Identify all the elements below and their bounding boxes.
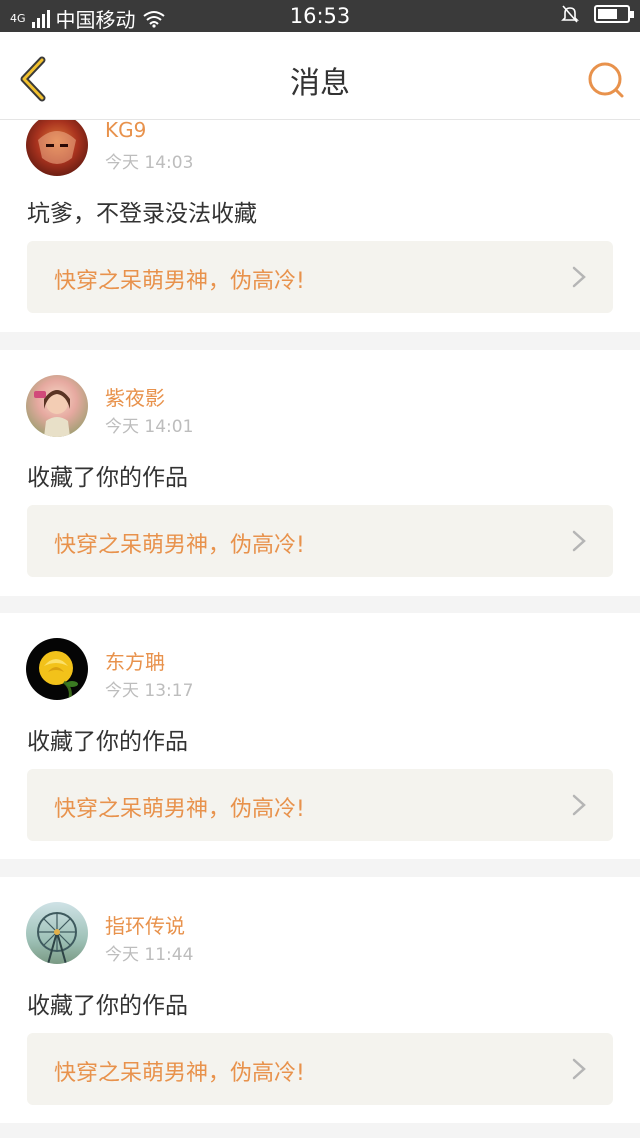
message-time: 今天 13:17	[105, 681, 194, 701]
bell-muted-icon	[561, 5, 579, 23]
message-card[interactable]: 东方聃 今天 13:17 收藏了你的作品 快穿之呆萌男神，伪高冷!	[0, 613, 640, 859]
work-title: 快穿之呆萌男神，伪高冷!	[54, 1061, 305, 1086]
user-name[interactable]: KG9	[105, 120, 146, 142]
chevron-right-icon	[572, 530, 586, 552]
message-time: 今天 11:44	[105, 945, 194, 965]
avatar-image	[38, 131, 76, 164]
work-link[interactable]: 快穿之呆萌男神，伪高冷!	[27, 1033, 613, 1105]
status-right	[560, 4, 634, 24]
chevron-right-icon	[572, 1058, 586, 1080]
search-icon[interactable]	[586, 60, 626, 100]
work-title: 快穿之呆萌男神，伪高冷!	[54, 797, 305, 822]
chevron-right-icon	[572, 266, 586, 288]
battery-icon	[594, 5, 634, 23]
message-text: 收藏了你的作品	[27, 729, 188, 755]
message-card[interactable]: 指环传说 今天 11:44 收藏了你的作品 快穿之呆萌男神，伪高冷!	[0, 877, 640, 1123]
avatar[interactable]	[26, 638, 88, 700]
avatar-image	[39, 651, 78, 699]
message-text: 收藏了你的作品	[27, 465, 188, 491]
message-text: 收藏了你的作品	[27, 993, 188, 1019]
message-text: 坑爹，不登录没法收藏	[27, 201, 257, 227]
nav-bar: 消息	[0, 32, 640, 120]
avatar-image	[37, 912, 77, 964]
status-bar: 4G 中国移动 16:53	[0, 0, 640, 32]
work-title: 快穿之呆萌男神，伪高冷!	[54, 533, 305, 558]
avatar[interactable]	[26, 375, 88, 437]
work-link[interactable]: 快穿之呆萌男神，伪高冷!	[27, 505, 613, 577]
message-time: 今天 14:03	[105, 153, 194, 173]
avatar[interactable]	[26, 120, 88, 176]
user-name[interactable]: 紫夜影	[105, 382, 165, 411]
status-time: 16:53	[289, 4, 351, 28]
avatar-image	[34, 390, 70, 437]
avatar[interactable]	[26, 902, 88, 964]
work-link[interactable]: 快穿之呆萌男神，伪高冷!	[27, 241, 613, 313]
message-list[interactable]: KG9 今天 14:03 坑爹，不登录没法收藏 快穿之呆萌男神，伪高冷! 紫夜影…	[0, 120, 640, 1138]
user-name[interactable]: 东方聃	[105, 646, 165, 675]
message-time: 今天 14:01	[105, 417, 194, 437]
message-card[interactable]: 紫夜影 今天 14:01 收藏了你的作品 快穿之呆萌男神，伪高冷!	[0, 350, 640, 596]
page-title: 消息	[290, 66, 350, 101]
work-link[interactable]: 快穿之呆萌男神，伪高冷!	[27, 769, 613, 841]
message-card[interactable]: KG9 今天 14:03 坑爹，不登录没法收藏 快穿之呆萌男神，伪高冷!	[0, 120, 640, 332]
chevron-right-icon	[572, 794, 586, 816]
user-name[interactable]: 指环传说	[105, 910, 185, 939]
work-title: 快穿之呆萌男神，伪高冷!	[54, 269, 305, 294]
